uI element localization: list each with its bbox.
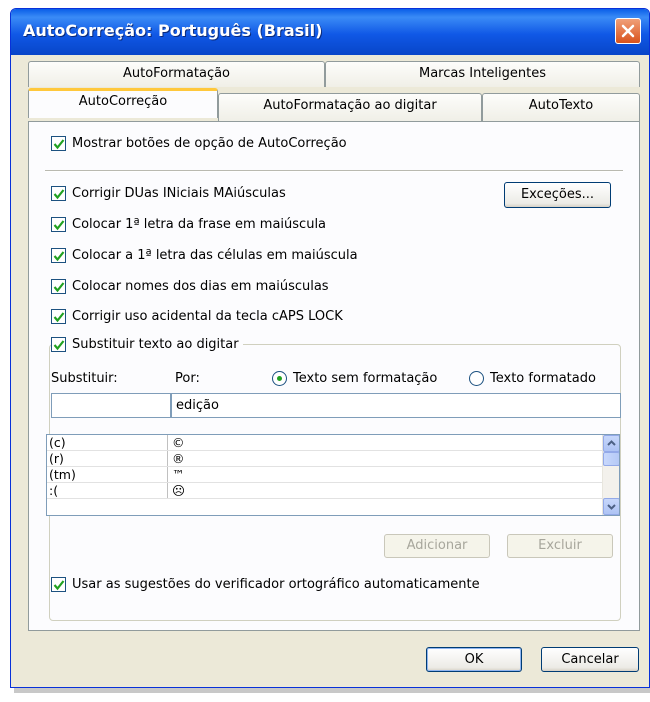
- entry-from: (c): [47, 435, 168, 450]
- entry-to: ☹: [172, 483, 186, 498]
- autocorrect-panel: Mostrar botões de opção de AutoCorreção …: [28, 121, 640, 631]
- radio-label: Texto formatado: [490, 371, 596, 386]
- day-names-checkbox[interactable]: Colocar nomes dos dias em maiúsculas: [51, 279, 329, 294]
- scroll-thumb[interactable]: [603, 452, 619, 466]
- chevron-down-icon: [607, 504, 616, 510]
- autocorrect-dialog: AutoCorreção: Português (Brasil) AutoFor…: [10, 8, 650, 688]
- spell-suggestions-checkbox[interactable]: Usar as sugestões do verificador ortográ…: [51, 577, 480, 592]
- list-item[interactable]: (r) ®: [47, 451, 619, 467]
- checkbox-label: Colocar nomes dos dias em maiúsculas: [72, 279, 329, 294]
- tab-label: Marcas Inteligentes: [418, 66, 546, 81]
- radio-circle[interactable]: [469, 371, 484, 386]
- autocorrect-entries-list[interactable]: (c) © (r) ® (tm) ™ :( ☹: [46, 434, 620, 516]
- checkmark-icon: [53, 251, 65, 262]
- tab-label: AutoTexto: [528, 98, 594, 113]
- scroll-down-button[interactable]: [603, 498, 619, 515]
- checkbox-label: Colocar 1ª letra da frase em maiúscula: [72, 217, 327, 232]
- entry-to: ®: [172, 451, 185, 466]
- list-item[interactable]: :( ☹: [47, 483, 619, 499]
- list-item[interactable]: (tm) ™: [47, 467, 619, 483]
- checkmark-icon: [53, 340, 65, 351]
- window-title: AutoCorreção: Português (Brasil): [23, 21, 323, 40]
- checkbox-box[interactable]: [51, 136, 66, 151]
- checkbox-label: Corrigir DUas INiciais MAiúsculas: [72, 186, 286, 201]
- cancel-button[interactable]: Cancelar: [541, 647, 639, 672]
- checkbox-label: Corrigir uso acidental da tecla cAPS LOC…: [72, 309, 343, 324]
- add-button[interactable]: Adicionar: [384, 534, 490, 558]
- sentence-first-checkbox[interactable]: Colocar 1ª letra da frase em maiúscula: [51, 217, 326, 232]
- caps-lock-checkbox[interactable]: Corrigir uso acidental da tecla cAPS LOC…: [51, 309, 343, 324]
- checkbox-box[interactable]: [51, 217, 66, 232]
- checkmark-icon: [53, 312, 65, 323]
- checkbox-box[interactable]: [51, 186, 66, 201]
- tab-label: AutoCorreção: [78, 94, 168, 109]
- list-scrollbar[interactable]: [602, 435, 619, 515]
- delete-button[interactable]: Excluir: [507, 534, 613, 558]
- formatted-text-radio[interactable]: Texto formatado: [469, 371, 596, 386]
- exceptions-button[interactable]: Exceções...: [504, 182, 611, 208]
- entry-from: (tm): [47, 467, 168, 482]
- tab-autoformatacao[interactable]: AutoFormatação: [28, 61, 325, 87]
- chevron-up-icon: [607, 440, 616, 446]
- checkbox-label: Substituir texto ao digitar: [72, 337, 239, 352]
- checkbox-label: Mostrar botões de opção de AutoCorreção: [72, 136, 347, 151]
- tab-autocorrecao[interactable]: AutoCorreção: [28, 88, 218, 118]
- radio-selected-dot: [277, 376, 282, 381]
- close-icon: [621, 24, 635, 38]
- divider: [45, 170, 623, 172]
- checkbox-box[interactable]: [51, 248, 66, 263]
- two-initials-checkbox[interactable]: Corrigir DUas INiciais MAiúsculas: [51, 186, 286, 201]
- radio-label: Texto sem formatação: [293, 371, 438, 386]
- entry-from: :(: [47, 483, 168, 498]
- list-item[interactable]: (c) ©: [47, 435, 619, 451]
- tab-label: AutoFormatação: [122, 66, 231, 81]
- checkbox-label: Usar as sugestões do verificador ortográ…: [72, 577, 480, 592]
- checkbox-box[interactable]: [51, 279, 66, 294]
- title-bar[interactable]: AutoCorreção: Português (Brasil): [11, 9, 649, 55]
- checkmark-icon: [53, 220, 65, 231]
- tab-marcas-inteligentes[interactable]: Marcas Inteligentes: [325, 61, 640, 87]
- tab-autotexto[interactable]: AutoTexto: [482, 93, 640, 121]
- entry-to: ™: [172, 467, 185, 482]
- por-input[interactable]: edição: [171, 393, 621, 418]
- substituir-label: Substituir:: [51, 371, 118, 386]
- por-label: Por:: [175, 371, 200, 386]
- ok-button[interactable]: OK: [426, 647, 522, 672]
- checkmark-icon: [53, 282, 65, 293]
- replace-text-checkbox[interactable]: Substituir texto ao digitar: [51, 337, 243, 352]
- tab-autoformatacao-ao-digitar[interactable]: AutoFormatação ao digitar: [218, 93, 482, 121]
- radio-circle[interactable]: [272, 371, 287, 386]
- checkmark-icon: [53, 139, 65, 150]
- checkbox-box[interactable]: [51, 577, 66, 592]
- scroll-up-button[interactable]: [603, 435, 619, 452]
- checkbox-label: Colocar a 1ª letra das células em maiúsc…: [72, 248, 358, 263]
- checkmark-icon: [53, 580, 65, 591]
- entry-from: (r): [47, 451, 168, 466]
- checkbox-box[interactable]: [51, 337, 66, 352]
- tab-label: AutoFormatação ao digitar: [263, 98, 437, 113]
- plain-text-radio[interactable]: Texto sem formatação: [272, 371, 437, 386]
- close-button[interactable]: [615, 18, 641, 44]
- substituir-input[interactable]: [51, 393, 171, 418]
- entry-to: ©: [172, 435, 185, 450]
- checkmark-icon: [53, 189, 65, 200]
- cell-first-checkbox[interactable]: Colocar a 1ª letra das células em maiúsc…: [51, 248, 358, 263]
- checkbox-box[interactable]: [51, 309, 66, 324]
- show-buttons-checkbox[interactable]: Mostrar botões de opção de AutoCorreção: [51, 136, 347, 151]
